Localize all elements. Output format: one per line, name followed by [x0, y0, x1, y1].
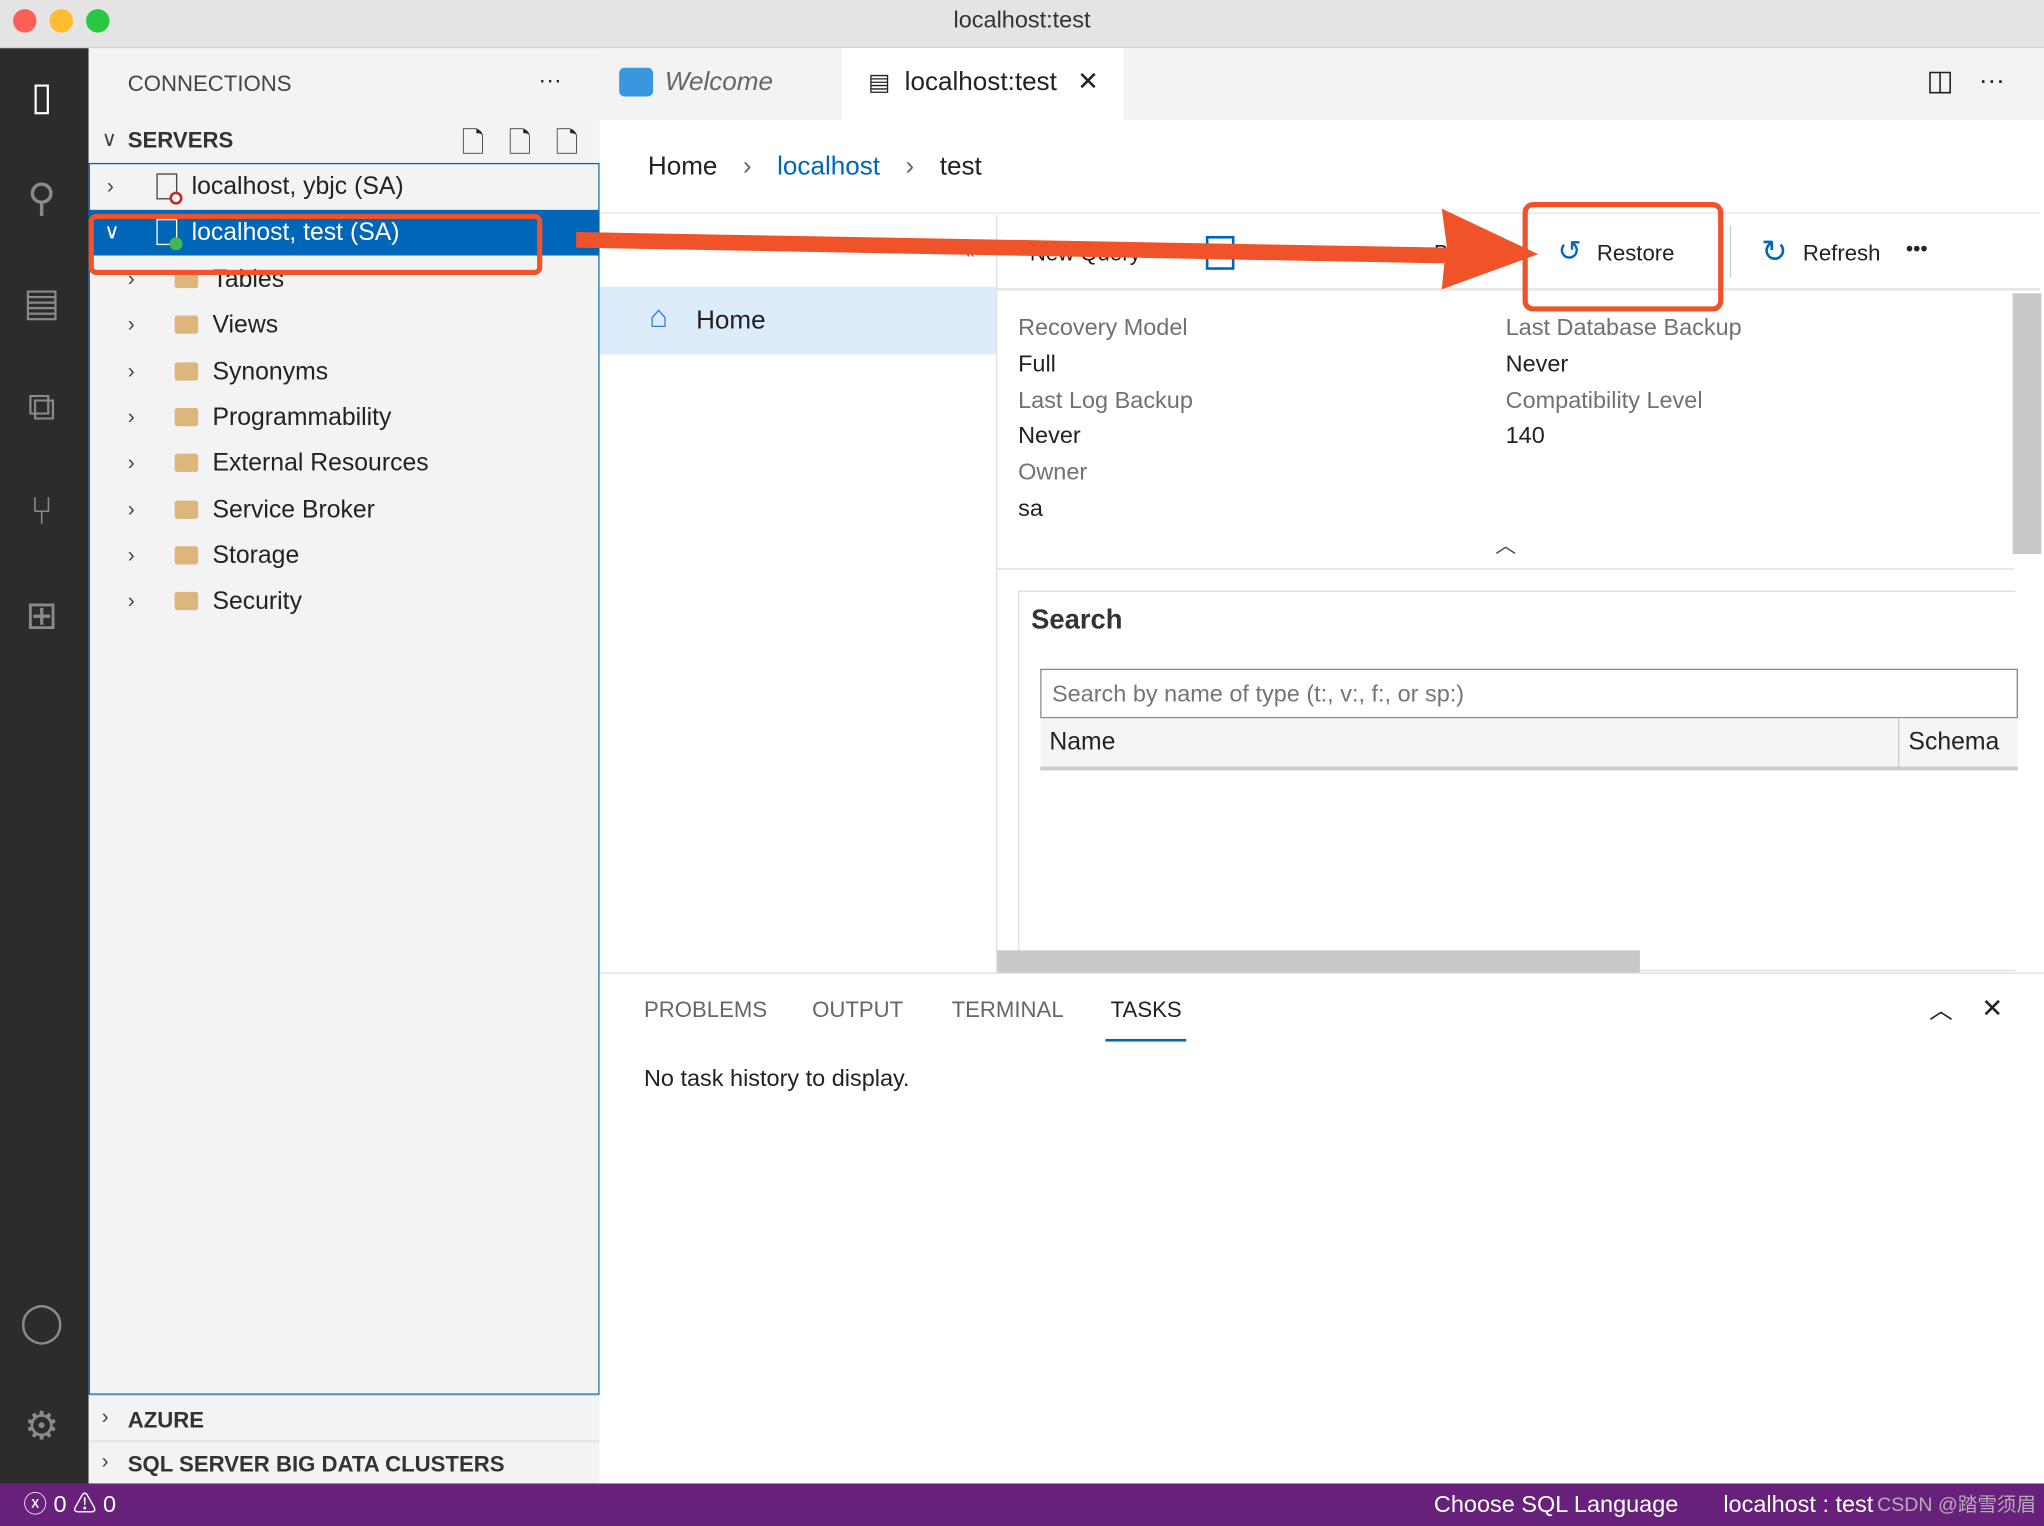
annotation-overlay: [88, 202, 1724, 312]
annotation-arrow: [576, 208, 1539, 290]
highlight-server-box: [88, 213, 543, 276]
highlight-restore-box: [1522, 202, 1724, 312]
